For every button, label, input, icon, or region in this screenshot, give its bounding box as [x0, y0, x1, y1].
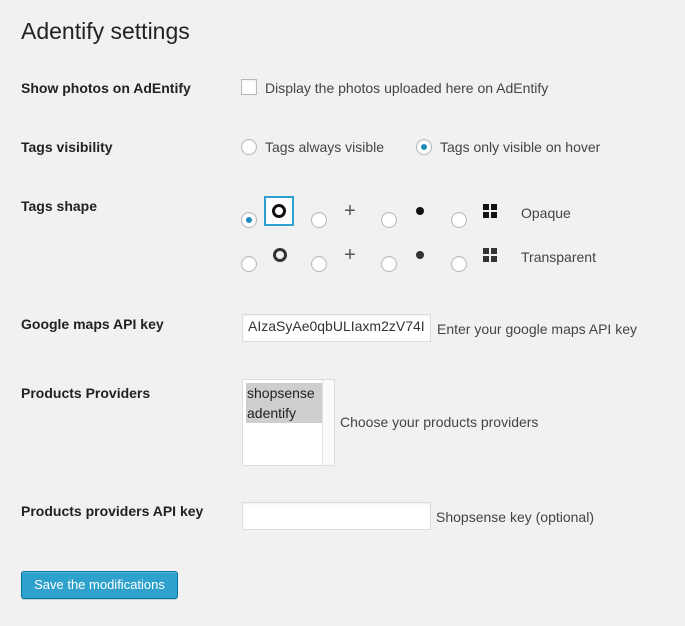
- shape-transparent-label: Transparent: [521, 249, 596, 265]
- shape-opaque-plus-radio[interactable]: [311, 212, 327, 228]
- google-maps-hint: Enter your google maps API key: [437, 321, 637, 337]
- shape-opaque-ring-option[interactable]: [264, 196, 294, 226]
- tags-visible-on-hover-text: Tags only visible on hover: [440, 139, 601, 155]
- products-providers-hint: Choose your products providers: [340, 414, 539, 430]
- show-photos-checkbox[interactable]: [241, 79, 257, 95]
- providers-api-key-label: Products providers API key: [21, 503, 204, 519]
- shape-opaque-grid-option[interactable]: [475, 196, 505, 226]
- shape-opaque-ring-radio[interactable]: [241, 212, 257, 228]
- shape-transparent-grid-option[interactable]: [475, 240, 505, 270]
- products-providers-select[interactable]: shopsense adentify: [242, 379, 335, 466]
- shape-transparent-ring-option[interactable]: [265, 240, 295, 270]
- plus-icon: +: [344, 244, 356, 266]
- tags-visibility-label: Tags visibility: [21, 139, 113, 155]
- providers-api-key-hint: Shopsense key (optional): [436, 509, 594, 525]
- shape-opaque-label: Opaque: [521, 205, 571, 221]
- provider-option-shopsense[interactable]: shopsense: [246, 383, 322, 403]
- google-maps-api-key-input[interactable]: AIzaSyAe0qbULIaxm2zV74I: [242, 314, 431, 342]
- shape-transparent-ring-radio[interactable]: [241, 256, 257, 272]
- tags-visible-on-hover-radio[interactable]: [416, 139, 432, 155]
- grid-icon: [483, 248, 497, 262]
- providers-api-key-input[interactable]: [242, 502, 431, 530]
- grid-icon: [483, 204, 497, 218]
- save-button[interactable]: Save the modifications: [21, 571, 178, 599]
- tags-shape-label: Tags shape: [21, 198, 97, 214]
- products-providers-label: Products Providers: [21, 385, 151, 401]
- provider-option-adentify[interactable]: adentify: [246, 403, 322, 423]
- shape-transparent-plus-radio[interactable]: [311, 256, 327, 272]
- ring-icon: [272, 204, 286, 218]
- providers-scrollbar[interactable]: [322, 380, 334, 465]
- shape-transparent-dot-radio[interactable]: [381, 256, 397, 272]
- show-photos-checkbox-text: Display the photos uploaded here on AdEn…: [265, 80, 549, 96]
- ring-icon: [273, 248, 287, 262]
- shape-transparent-dot-option[interactable]: [405, 240, 435, 270]
- show-photos-label: Show photos on AdEntify: [21, 80, 191, 96]
- dot-icon: [416, 251, 424, 259]
- shape-transparent-plus-option[interactable]: +: [335, 240, 365, 270]
- shape-opaque-dot-option[interactable]: [405, 196, 435, 226]
- shape-opaque-plus-option[interactable]: +: [335, 196, 365, 226]
- tags-always-visible-radio[interactable]: [241, 139, 257, 155]
- shape-opaque-grid-radio[interactable]: [451, 212, 467, 228]
- google-maps-label: Google maps API key: [21, 316, 164, 332]
- plus-icon: +: [344, 200, 356, 222]
- tags-always-visible-text: Tags always visible: [265, 139, 385, 155]
- shape-transparent-grid-radio[interactable]: [451, 256, 467, 272]
- shape-opaque-dot-radio[interactable]: [381, 212, 397, 228]
- page-title: Adentify settings: [21, 18, 190, 44]
- dot-icon: [416, 207, 424, 215]
